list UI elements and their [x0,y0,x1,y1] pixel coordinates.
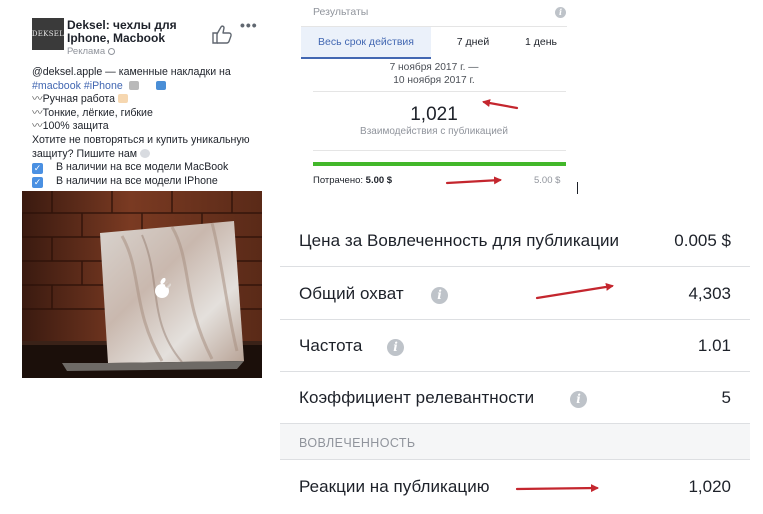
metric-label: Частота [299,336,363,355]
date-range-tabs: Весь срок действия 7 дней 1 день [301,26,567,59]
wavy-dash-icon: 〰 [32,106,43,119]
post-line: @deksel.apple — каменные накладки на [32,66,272,80]
budget-progress-bar [313,162,566,166]
post-line-text: В наличии на все модели IPhone [56,174,218,187]
post-line-text: Тонкие, лёгкие, гибкие [42,106,153,119]
wavy-dash-icon: 〰 [32,120,43,133]
info-icon[interactable]: i [387,339,404,356]
metric-value: 1.01 [697,336,731,355]
speech-bubble-emoji-icon [140,148,151,158]
laptop-emoji-icon [128,80,139,90]
section-title: ВОВЛЕЧЕННОСТЬ [299,436,416,450]
post-line-text: В наличии на все модели MacBook [56,161,229,174]
section-header-engagement: ВОВЛЕЧЕННОСТЬ [280,424,750,460]
metric-value: 5 [721,388,731,407]
product-photo[interactable] [22,191,262,378]
budget-progress-fill [313,162,566,166]
checkbox-icon: ✓ [32,176,43,188]
metric-row-relevance-score: Коэффициент релевантности i 5 [280,372,750,424]
spent-value: 5.00 $ [365,175,393,186]
page-name-link[interactable]: Deksel: чехлы для Iphone, Macbook [67,19,212,45]
post-line: ✓ В наличии на все модели MacBook [32,161,272,175]
post-line: 〰100% защита [32,120,272,134]
sponsored-text: Реклама [67,46,106,57]
engagements-value: 1,021 [410,104,458,125]
wavy-dash-icon: 〰 [32,93,43,106]
post-line-text: 100% защита [42,120,109,133]
engagements-label: Взаимодействия с публикацией [360,126,508,137]
metric-row-reach: Общий охват i 4,303 [280,268,750,320]
tab-1-day[interactable]: 1 день [515,27,567,59]
metric-value: 1,020 [688,477,731,496]
hashtag-macbook-link[interactable]: #macbook [32,80,81,92]
info-icon[interactable]: i [570,391,587,408]
phone-emoji-icon [155,80,166,90]
post-line-text: защиту? Пишите нам [32,147,138,160]
ad-post: DEKSEL Deksel: чехлы для Iphone, Macbook… [22,10,267,378]
avatar-logo-text: DEKSEL [31,30,65,38]
budget-value: 5.00 $ [534,175,561,186]
metric-value: 0.005 $ [674,231,731,250]
tab-7-days[interactable]: 7 дней [431,27,515,59]
sponsored-label: Реклама [67,46,116,57]
divider [313,91,566,92]
spent-label: Потрачено: [313,175,364,186]
post-header: DEKSEL Deksel: чехлы для Iphone, Macbook… [22,10,267,58]
metric-row-cost-per-engagement: Цена за Вовлеченность для публикации 0.0… [280,215,750,267]
checkbox-icon: ✓ [32,163,43,175]
post-line: #macbook #iPhone [32,80,272,94]
post-line-text: @deksel.apple — каменные накладки на [32,66,231,78]
post-line: Хотите не повторяться и купить уникальну… [32,134,272,148]
metric-label: Цена за Вовлеченность для публикации [299,231,620,250]
more-options-button[interactable]: ••• [240,18,258,32]
tab-lifetime[interactable]: Весь срок действия [301,27,431,59]
info-icon[interactable]: i [555,7,566,18]
metric-value: 4,303 [688,284,731,303]
post-line-text: Хотите не повторяться и купить уникальну… [32,133,250,146]
post-line: 〰Ручная работа [32,93,272,107]
results-title: Результаты [313,6,369,18]
post-text: @deksel.apple — каменные накладки на #ma… [32,66,272,188]
date-range-end: 10 ноября 2017 г. [393,75,475,86]
info-icon[interactable]: i [431,287,448,304]
results-panel: Результаты i Весь срок действия 7 дней 1… [301,0,575,195]
divider [313,150,566,151]
metric-row-frequency: Частота i 1.01 [280,320,750,372]
globe-icon [108,48,116,55]
metric-label: Общий охват [299,284,404,303]
metric-row-post-reactions: Реакции на публикацию 1,020 [280,461,750,513]
page-avatar[interactable]: DEKSEL [32,18,64,50]
metric-label: Коэффициент релевантности [299,388,535,407]
post-line-text: Ручная работа [42,93,116,106]
metric-label: Реакции на публикацию [299,477,490,496]
spent-row: Потрачено: 5.00 $ [313,175,392,186]
post-line: ✓ В наличии на все модели IPhone [32,175,272,189]
hashtag-iphone-link[interactable]: #iPhone [84,80,123,92]
post-line: 〰Тонкие, лёгкие, гибкие [32,107,272,121]
date-range-start: 7 ноября 2017 г. — [389,62,479,73]
hands-emoji-icon [118,94,129,104]
like-page-button[interactable] [211,24,233,44]
post-line: защиту? Пишите нам [32,148,272,162]
text-cursor [577,182,578,194]
